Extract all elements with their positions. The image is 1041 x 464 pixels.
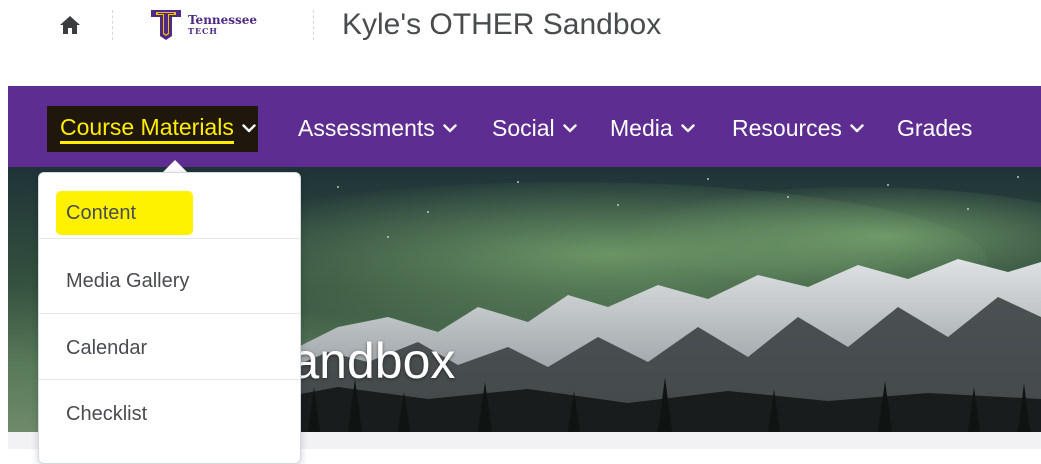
nav-item-social[interactable]: Social xyxy=(492,112,577,144)
nav-item-resources[interactable]: Resources xyxy=(732,112,864,144)
nav-item-label: Grades xyxy=(897,114,973,141)
nav-item-label: Course Materials xyxy=(60,113,234,144)
nav-item-label: Resources xyxy=(732,114,842,141)
nav-item-media[interactable]: Media xyxy=(610,112,695,144)
header-divider xyxy=(112,10,113,40)
dropdown-item-label: Checklist xyxy=(66,403,148,425)
dropdown-item-calendar[interactable]: Calendar xyxy=(39,314,300,380)
course-navbar: Course Materials Assessments Social Medi… xyxy=(8,86,1041,167)
minibar: Tennessee TECH Kyle's OTHER Sandbox xyxy=(0,0,1041,86)
nav-item-label: Media xyxy=(610,114,673,141)
dropdown-item-label: Content xyxy=(66,202,137,224)
dropdown-item-content[interactable]: Content xyxy=(39,173,300,239)
chevron-down-icon xyxy=(680,123,695,132)
chevron-down-icon xyxy=(562,123,577,132)
tennessee-tech-logo[interactable]: Tennessee TECH xyxy=(148,8,276,42)
nav-item-course-materials[interactable]: Course Materials xyxy=(60,112,256,144)
chevron-down-icon xyxy=(443,123,457,132)
course-title-link[interactable]: Kyle's OTHER Sandbox xyxy=(342,6,661,44)
home-icon[interactable] xyxy=(58,13,82,37)
nav-item-label: Assessments xyxy=(298,114,435,141)
nav-item-grades[interactable]: Grades xyxy=(897,112,972,144)
logo-text: Tennessee xyxy=(188,13,258,27)
chevron-down-icon xyxy=(850,123,864,132)
chevron-down-icon xyxy=(242,123,256,132)
header-divider xyxy=(313,10,314,40)
tech-shield-icon xyxy=(151,10,181,40)
dropdown-item-label: Media Gallery xyxy=(66,270,190,292)
dropdown-item-label: Calendar xyxy=(66,337,148,359)
nav-item-label: Social xyxy=(492,114,555,141)
course-materials-dropdown: Content Media Gallery Calendar Checklist xyxy=(38,172,301,464)
dropdown-item-media-gallery[interactable]: Media Gallery xyxy=(39,248,300,314)
logo-subtext: TECH xyxy=(188,26,218,36)
dropdown-item-checklist[interactable]: Checklist xyxy=(39,381,300,447)
nav-item-assessments[interactable]: Assessments xyxy=(298,112,457,144)
